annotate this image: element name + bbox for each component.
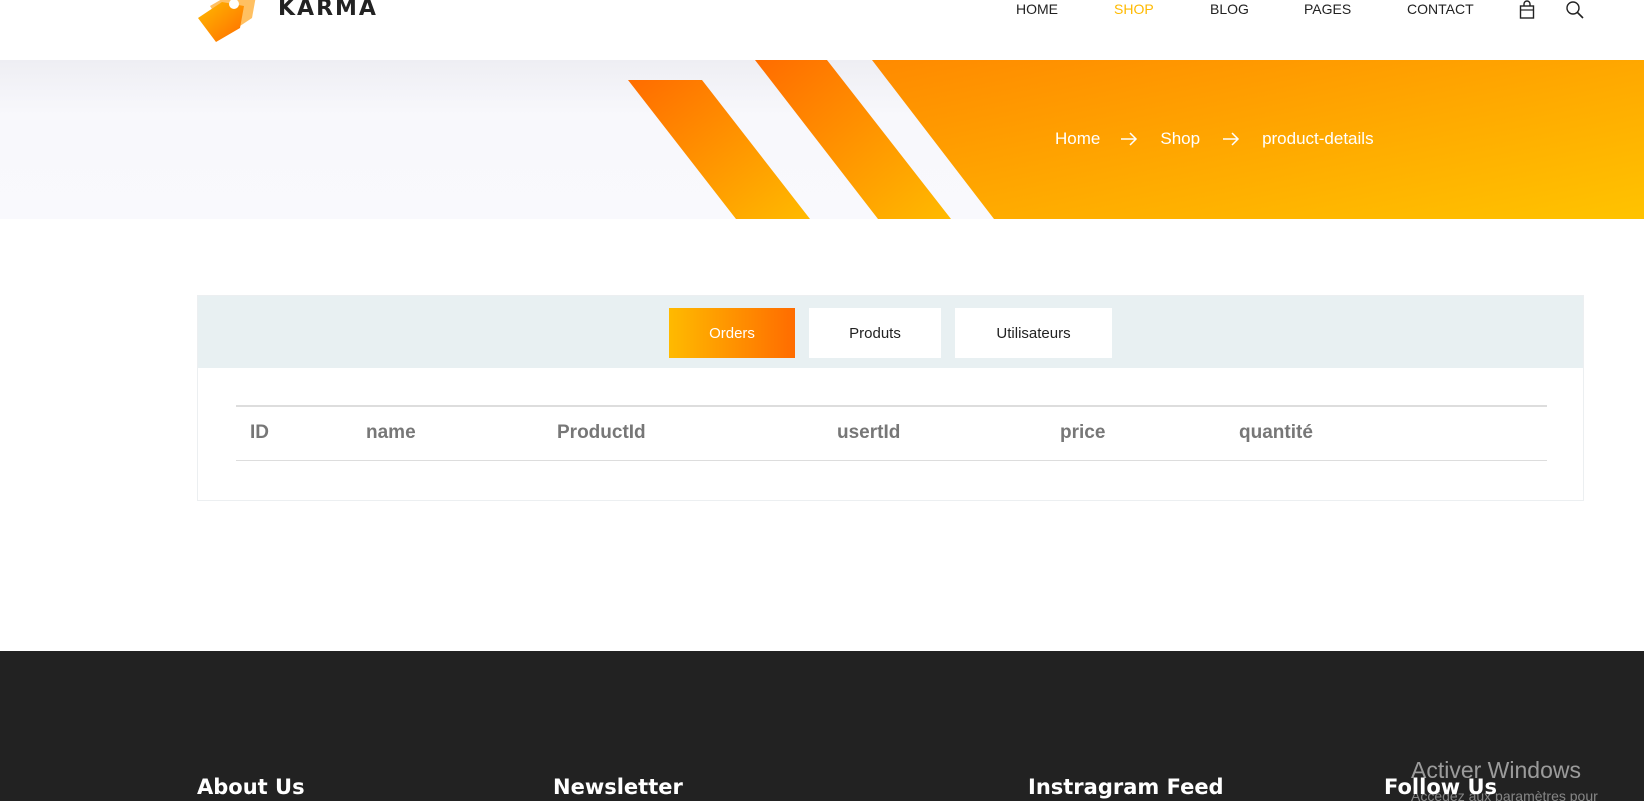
nav-contact[interactable]: CONTACT — [1407, 1, 1474, 17]
column-header-name: name — [366, 422, 416, 443]
windows-activation-subtitle: Accédez aux paramètres pour — [1411, 788, 1598, 804]
column-header-price: price — [1060, 422, 1106, 443]
footer-heading-instagram: Instragram Feed — [1028, 775, 1224, 799]
tab-orders[interactable]: Orders — [669, 308, 795, 358]
arrow-right-icon — [1223, 132, 1240, 146]
footer-heading-about: About Us — [197, 775, 305, 799]
breadcrumb-home[interactable]: Home — [1055, 129, 1100, 149]
breadcrumb-shop[interactable]: Shop — [1160, 129, 1200, 149]
cart-icon[interactable] — [1517, 0, 1537, 20]
orders-table: ID name ProductId usertId price quantité — [236, 405, 1547, 461]
site-header: KARMA HOME SHOP BLOG PAGES CONTACT — [0, 0, 1644, 60]
arrow-right-icon — [1121, 132, 1138, 146]
nav-blog[interactable]: BLOG — [1210, 1, 1249, 17]
windows-activation-watermark: Activer Windows — [1411, 757, 1581, 783]
banner-background — [0, 60, 1644, 219]
nav-shop[interactable]: SHOP — [1114, 1, 1154, 17]
column-header-quantite: quantité — [1239, 422, 1313, 443]
tab-produts[interactable]: Produts — [809, 308, 941, 358]
nav-home[interactable]: HOME — [1016, 1, 1058, 17]
site-footer: About Us Newsletter Instragram Feed Foll… — [0, 651, 1644, 801]
page-banner: Home Shop product-details — [0, 60, 1644, 219]
footer-heading-newsletter: Newsletter — [553, 775, 683, 799]
breadcrumb: Home Shop product-details — [1055, 128, 1374, 150]
admin-tabs-panel: Orders Produts Utilisateurs ID name Prod… — [197, 295, 1584, 501]
column-header-userid: usertId — [837, 422, 901, 443]
column-header-productid: ProductId — [557, 422, 646, 443]
breadcrumb-current[interactable]: product-details — [1262, 129, 1374, 149]
column-header-id: ID — [250, 422, 269, 443]
tab-utilisateurs[interactable]: Utilisateurs — [955, 308, 1112, 358]
nav-pages[interactable]: PAGES — [1304, 1, 1351, 17]
logo-icon[interactable] — [196, 0, 262, 42]
search-icon[interactable] — [1565, 0, 1585, 20]
tab-bar: Orders Produts Utilisateurs — [198, 296, 1583, 368]
brand-name[interactable]: KARMA — [278, 0, 378, 21]
